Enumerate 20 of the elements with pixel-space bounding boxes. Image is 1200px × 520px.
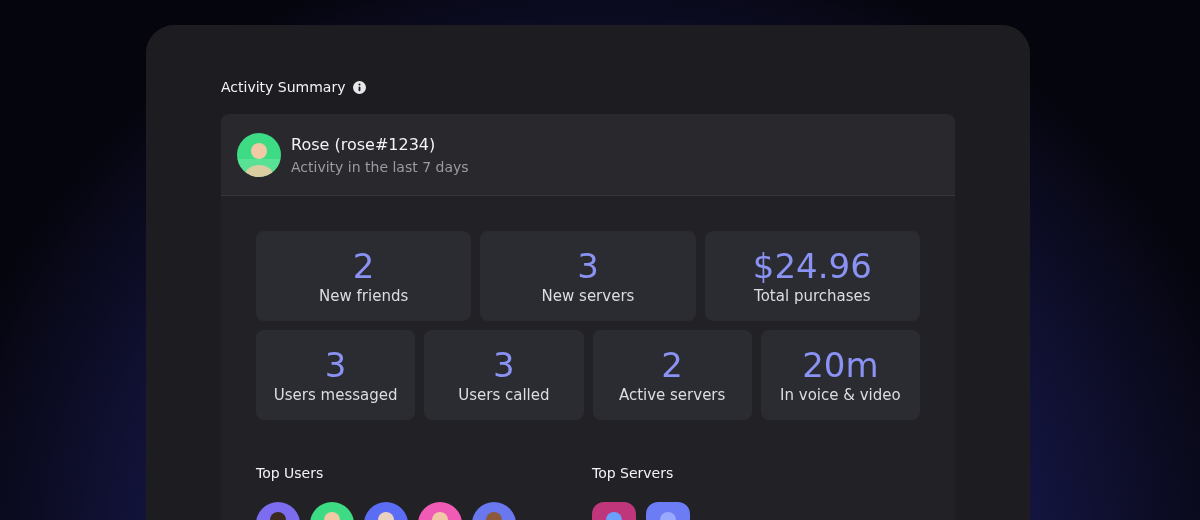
stat-label: Active servers [618, 385, 726, 405]
top-users-title: Top Users [256, 464, 325, 483]
stat-label: In voice & video [780, 385, 901, 405]
stat-value: $24.96 [752, 246, 872, 286]
stat-value: 20m [802, 345, 879, 385]
stat-label: Users called [458, 385, 550, 405]
stat-value: 3 [577, 246, 599, 286]
stat-value: 2 [661, 345, 683, 385]
stat-value: 2 [352, 246, 375, 286]
info-icon[interactable] [353, 81, 367, 94]
stat-label: Total purchases [754, 286, 871, 306]
profile-name: Rose (rose#1234) [291, 133, 437, 156]
profile-subtitle: Activity in the last 7 days [291, 157, 469, 177]
top-servers-title: Top Servers [592, 464, 675, 483]
stat-label: New servers [541, 286, 635, 306]
stat-value: 3 [324, 345, 347, 385]
stat-label: New friends [319, 286, 409, 306]
stat-value: 3 [493, 345, 515, 385]
section-title: Activity Summary [221, 78, 346, 97]
stat-label: Users messaged [273, 385, 398, 405]
